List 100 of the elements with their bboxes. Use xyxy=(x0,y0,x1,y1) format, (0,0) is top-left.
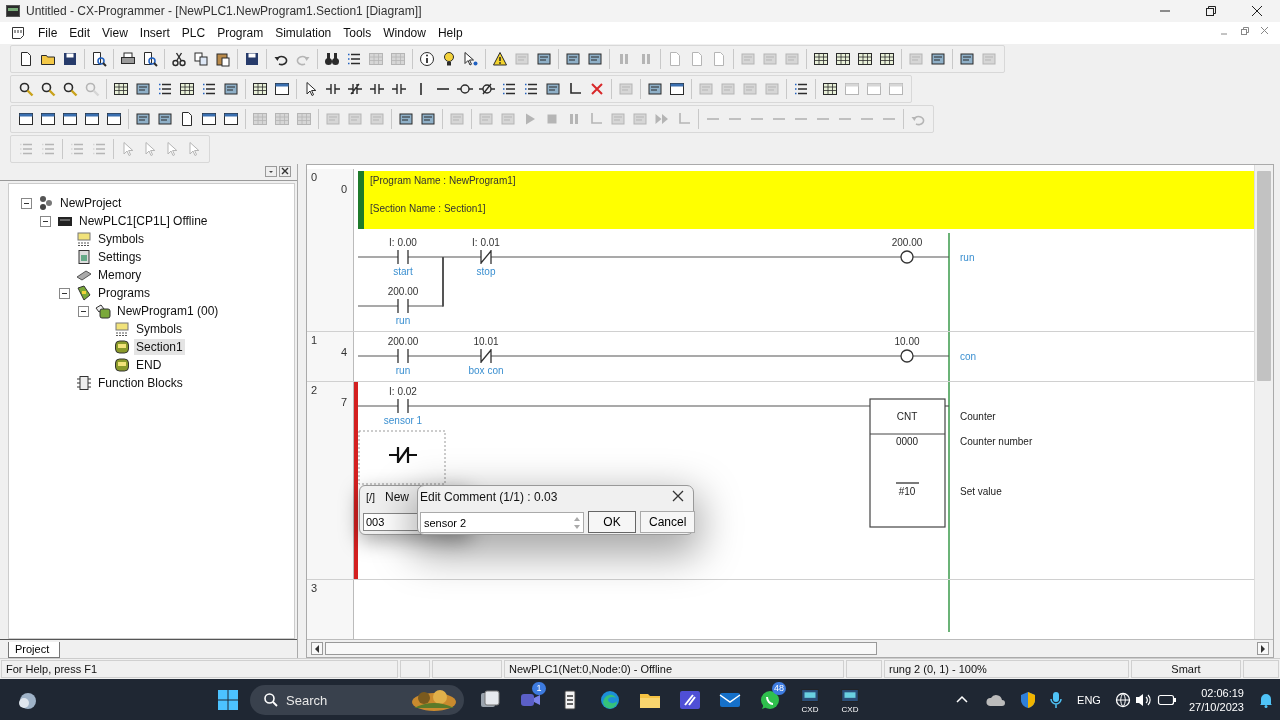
menu-item[interactable]: Program xyxy=(211,24,270,42)
comment-label: run xyxy=(395,315,411,326)
menu-item[interactable]: Help xyxy=(431,24,469,42)
tree-item[interactable]: END xyxy=(134,357,164,373)
section-icon xyxy=(114,339,130,355)
operand-value: 0000 xyxy=(895,436,919,447)
header-marker xyxy=(358,171,364,229)
document-icon[interactable] xyxy=(10,25,26,41)
window-title: Untitled - CX-Programmer - [NewPLC1.NewProgram1.Section1 [Diagram]] xyxy=(26,4,423,18)
clock-date[interactable]: 27/10/2023 xyxy=(1188,700,1244,714)
menu-item[interactable]: Tools xyxy=(337,24,378,42)
step-number: 7 xyxy=(340,396,347,408)
rung-number: 2 xyxy=(311,384,318,396)
menu-item[interactable]: Simulation xyxy=(269,24,338,42)
comment-field[interactable]: sensor 2 xyxy=(420,512,584,533)
panel-tab[interactable]: Project xyxy=(8,642,61,658)
collapse-icon[interactable] xyxy=(78,305,89,317)
operand-comment: Set value xyxy=(960,486,1002,497)
status-text: For Help, press F1 xyxy=(1,660,398,678)
tree-item[interactable]: Programs xyxy=(96,285,152,301)
instruction-box[interactable] xyxy=(869,398,946,528)
collapse-icon[interactable] xyxy=(40,215,51,227)
speaker-icon[interactable] xyxy=(1134,692,1153,708)
menu-item[interactable]: Edit xyxy=(63,24,97,42)
tree-item[interactable]: Function Blocks xyxy=(96,375,185,391)
menu-item[interactable]: File xyxy=(32,24,64,42)
section-icon xyxy=(114,357,130,373)
tree-item[interactable]: Section1 xyxy=(134,339,185,355)
rung-number: 1 xyxy=(311,334,318,346)
comment-label: start xyxy=(393,266,413,277)
tree-item[interactable]: Symbols xyxy=(134,321,184,337)
scroll-left-icon[interactable] xyxy=(311,642,323,655)
menu-item[interactable]: Insert xyxy=(133,24,176,42)
menu-item[interactable]: Window xyxy=(377,24,432,42)
collapse-icon[interactable] xyxy=(21,197,32,209)
tree-item[interactable]: NewPLC1[CP1L] Offline xyxy=(77,213,210,229)
address-label: 200.00 xyxy=(891,237,923,248)
clock-time[interactable]: 02:06:19 xyxy=(1201,686,1244,700)
vertical-scrollbar[interactable] xyxy=(1254,165,1273,639)
contact-symbol[interactable] xyxy=(397,348,409,364)
address-label: 200.00 xyxy=(387,336,419,347)
step-number: 4 xyxy=(340,346,347,358)
tree-item[interactable]: NewProgram1 (00) xyxy=(115,303,221,319)
notification-icon[interactable] xyxy=(1258,692,1274,708)
close-icon[interactable] xyxy=(671,489,685,503)
tree-item[interactable]: Memory xyxy=(96,267,144,283)
contact-symbol[interactable] xyxy=(397,398,409,414)
instruction-comment: Counter xyxy=(960,411,996,422)
contact-symbol[interactable] xyxy=(397,298,409,314)
panel-icon xyxy=(76,249,92,265)
contact-symbol[interactable] xyxy=(397,249,409,265)
shield-icon[interactable] xyxy=(1019,691,1038,709)
browser-icon[interactable] xyxy=(598,688,622,712)
app-icon xyxy=(6,5,20,17)
table-icon xyxy=(76,231,92,247)
comment-label: sensor 1 xyxy=(383,415,423,426)
address-label: I: 0.00 xyxy=(389,237,417,248)
chip-icon xyxy=(76,375,92,391)
microphone-icon[interactable] xyxy=(1049,691,1064,709)
address-label: 200.00 xyxy=(387,286,419,297)
search-icon xyxy=(263,692,279,708)
coil-symbol[interactable] xyxy=(900,250,914,264)
pen-app-icon[interactable] xyxy=(678,688,702,712)
taskbar-app[interactable]: CXD xyxy=(830,680,870,720)
notification-badge: 48 xyxy=(772,682,786,695)
cloud-icon[interactable] xyxy=(985,692,1008,708)
comment-label: run xyxy=(395,365,411,376)
address-label: 10.00 xyxy=(894,336,920,347)
address-label: I: 0.02 xyxy=(389,386,417,397)
notification-badge: 1 xyxy=(532,682,546,695)
tree-item[interactable]: Symbols xyxy=(96,231,146,247)
scrollbar-thumb[interactable] xyxy=(325,642,877,655)
collapse-icon[interactable] xyxy=(59,287,70,299)
menu-item[interactable]: View xyxy=(96,24,134,42)
coil-symbol[interactable] xyxy=(900,349,914,363)
tree-item[interactable]: Settings xyxy=(96,249,144,265)
placement-cursor[interactable] xyxy=(358,430,446,485)
nc-contact-symbol[interactable] xyxy=(480,348,492,364)
tree-item[interactable]: NewProject xyxy=(58,195,124,211)
menu-item[interactable]: PLC xyxy=(175,24,212,42)
highlight-icon xyxy=(410,688,458,712)
scroll-right-icon[interactable] xyxy=(1257,642,1269,655)
instruction-mnemonic: CNT xyxy=(896,411,918,422)
address-label: I: 0.01 xyxy=(472,237,500,248)
program-icon xyxy=(95,303,111,319)
close-icon[interactable] xyxy=(279,166,291,177)
nc-contact-symbol[interactable] xyxy=(480,249,492,265)
dialog-button[interactable]: Cancel xyxy=(640,511,696,533)
contact-type-label: [/] xyxy=(366,491,376,503)
dialog-button[interactable]: OK xyxy=(588,511,636,533)
globe-icon[interactable] xyxy=(1114,692,1131,708)
operand-value: #10 xyxy=(895,482,920,497)
taskbar-app[interactable]: CXD xyxy=(790,680,830,720)
battery-icon[interactable] xyxy=(1156,693,1177,707)
status-text: Smart xyxy=(1131,660,1241,678)
dialog-title: Edit Comment (1/1) : 0.03 xyxy=(420,490,558,504)
table-icon xyxy=(114,321,130,337)
language-indicator[interactable]: ENG xyxy=(1077,694,1101,706)
dialog-title: New xyxy=(385,490,409,504)
output-comment: con xyxy=(960,351,977,362)
